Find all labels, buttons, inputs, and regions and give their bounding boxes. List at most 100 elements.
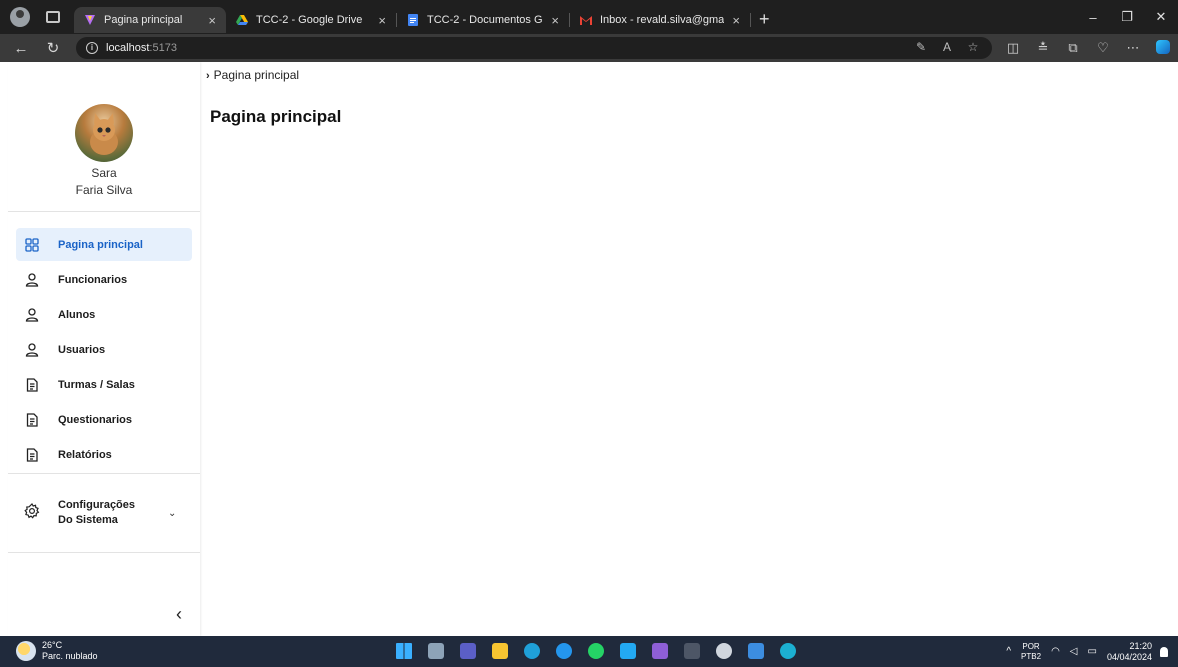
windows-start-icon[interactable] [390,640,418,662]
sidebar-item-turmas-salas[interactable]: Turmas / Salas [16,368,192,401]
edge-dev-icon[interactable] [774,640,802,662]
gmail-icon [580,16,592,25]
close-window-button[interactable]: ✕ [1144,9,1178,25]
sidebar-item-alunos[interactable]: Alunos [16,298,192,331]
terminal-icon[interactable] [678,640,706,662]
google-docs-icon [408,14,418,26]
page-title: Pagina principal [210,107,342,126]
sidebar-divider [8,552,200,553]
vite-favicon-icon [85,15,95,25]
user-profile: Sara Faria Silva [8,62,200,212]
minimize-button[interactable]: – [1076,10,1110,25]
tab-close-icon[interactable]: × [732,13,740,28]
sidebar-item-usuarios[interactable]: Usuarios [16,333,192,366]
user-icon [24,272,40,288]
show-hidden-icons-icon[interactable]: ^ [1006,646,1011,657]
sidebar-nav: Pagina principal Funcionarios Alunos Usu… [16,228,192,473]
whatsapp-icon[interactable] [582,640,610,662]
weather-icon [16,641,36,661]
more-menu-icon[interactable]: ⋯ [1118,40,1148,56]
notification-bell-icon[interactable] [1160,646,1168,657]
tab-gmail-inbox[interactable]: Inbox - revald.silva@gmail.com × [570,7,750,33]
teams-icon[interactable] [454,640,482,662]
taskbar-apps [390,640,806,662]
tab-actions-icon[interactable] [46,11,60,23]
tab-title: TCC-2 - Google Drive [256,14,363,26]
browser-essentials-icon[interactable]: ♡ [1088,40,1118,56]
sidebar-divider [8,473,200,474]
read-aloud-icon[interactable]: A [934,40,960,54]
tab-close-icon[interactable]: × [551,13,559,28]
sidebar-item-funcionarios[interactable]: Funcionarios [16,263,192,296]
profile-avatar-icon[interactable] [10,7,30,27]
new-tab-button[interactable]: + [759,9,770,30]
language-indicator[interactable]: POR PTB2 [1021,642,1041,662]
sidebar-item-label: Configurações Do Sistema [58,499,136,526]
user-icon [24,342,40,358]
browser-tab-strip: Pagina principal × TCC-2 - Google Drive … [0,0,1178,34]
tab-separator [750,13,751,27]
sidebar-item-pagina-principal[interactable]: Pagina principal [16,228,192,261]
document-icon [24,377,40,393]
windows-taskbar: 26°C Parc. nublado ^ POR PTB2 ◠ ◁ ▭ 21:2… [0,636,1178,667]
wifi-icon[interactable]: ◠ [1051,646,1060,657]
document-icon [24,447,40,463]
github-desktop-icon[interactable] [710,640,738,662]
browser-toolbar: ◫ ≛ ⧉ ♡ ⋯ [998,34,1178,62]
weather-temperature: 26°C [42,640,63,650]
tab-pagina-principal[interactable]: Pagina principal × [74,7,226,33]
google-drive-icon [236,15,248,25]
tab-title: TCC-2 - Documentos Google [427,14,543,26]
battery-icon[interactable]: ▭ [1088,646,1097,657]
weather-widget[interactable]: 26°C Parc. nublado [16,640,98,662]
restore-button[interactable]: ❐ [1110,9,1144,25]
task-view-icon[interactable] [422,640,450,662]
grid-icon [24,237,40,253]
user-first-name: Sara [91,166,117,180]
tab-documentos-google[interactable]: TCC-2 - Documentos Google × [397,7,569,33]
collapse-sidebar-button[interactable]: ‹ [176,604,182,625]
clock[interactable]: 21:20 04/04/2024 [1107,641,1152,663]
visual-studio-icon[interactable] [646,640,674,662]
sidebar-item-questionarios[interactable]: Questionarios [16,403,192,436]
address-bar: ← ↻ i localhost:5173 ✎ A ☆ ◫ ≛ ⧉ ♡ ⋯ [0,34,1178,62]
copilot-icon[interactable] [1148,39,1178,57]
remote-desktop-icon[interactable] [742,640,770,662]
breadcrumb-item[interactable]: Pagina principal [214,68,299,82]
refresh-icon[interactable]: ↻ [40,39,66,57]
breadcrumb: › Pagina principal [206,68,299,82]
page-viewport: Sara Faria Silva Pagina principal Funcio… [0,62,1178,636]
collections-icon[interactable]: ⧉ [1058,40,1088,56]
favorites-icon[interactable]: ≛ [1028,40,1058,56]
clock-date: 04/04/2024 [1106,651,1152,662]
favorite-star-icon[interactable]: ☆ [960,40,986,54]
clock-time: 21:20 [1129,640,1152,651]
chevron-down-icon[interactable]: ⌄ [168,508,176,519]
tab-close-icon[interactable]: × [378,13,386,28]
avatar [75,104,133,162]
url-field[interactable]: i localhost:5173 ✎ A ☆ [76,37,992,59]
edge-icon[interactable] [518,640,546,662]
volume-icon[interactable]: ◁ [1070,646,1078,657]
sidebar-item-label: Funcionarios [58,273,128,286]
file-explorer-icon[interactable] [486,640,514,662]
back-arrow-icon[interactable]: ← [8,40,34,57]
tab-close-icon[interactable]: × [208,13,216,28]
site-info-icon[interactable]: i [86,42,98,54]
docker-icon[interactable] [550,640,578,662]
url-host: localhost [106,42,150,54]
sidebar-item-relatorios[interactable]: Relatórios [16,438,192,471]
tab-google-drive[interactable]: TCC-2 - Google Drive × [226,7,396,33]
sidebar-item-label: Questionarios [58,413,132,426]
url-port: :5173 [149,42,177,54]
sidebar-item-label: Pagina principal [58,238,143,251]
breadcrumb-chevron-icon: › [206,70,210,82]
pen-icon[interactable]: ✎ [908,40,934,54]
system-tray: ^ POR PTB2 ◠ ◁ ▭ 21:20 04/04/2024 [1006,636,1168,667]
document-icon [24,412,40,428]
keyboard-layout: PTB2 [1021,651,1042,661]
gear-icon [24,502,40,524]
sidebar-item-configuracoes[interactable]: Configurações Do Sistema ⌄ [16,493,192,533]
vscode-icon[interactable] [614,640,642,662]
split-screen-icon[interactable]: ◫ [998,40,1028,56]
